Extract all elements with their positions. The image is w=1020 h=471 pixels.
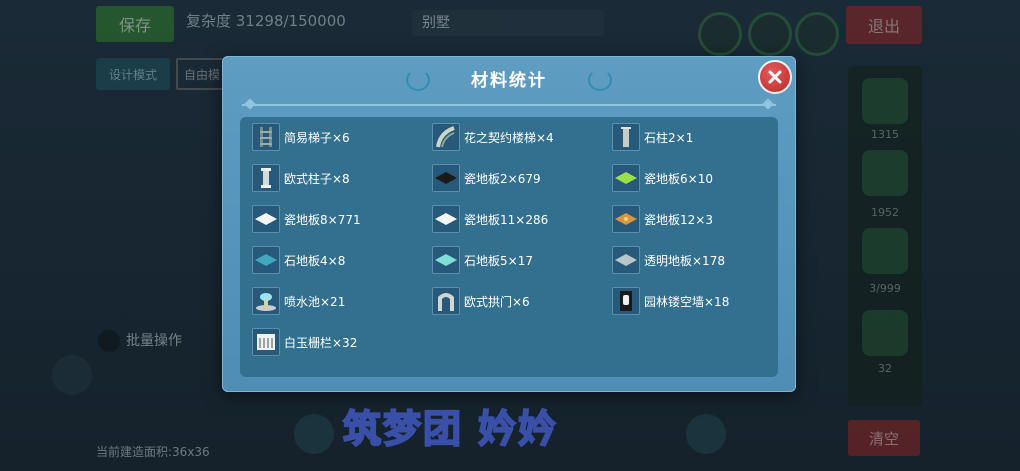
item-sidebar: 1315 1952 3/999 32 <box>848 66 922 406</box>
white-tile-icon <box>432 205 460 233</box>
eraser-icon[interactable] <box>294 414 334 454</box>
material-item: 简易梯子×6 <box>252 123 350 151</box>
material-item: 欧式拱门×6 <box>432 287 530 315</box>
sidebar-item-icon[interactable] <box>862 78 908 124</box>
material-item: 瓷地板8×771 <box>252 205 361 233</box>
material-label: 简易梯子×6 <box>284 130 350 145</box>
material-item: 白玉栅栏×32 <box>252 328 357 356</box>
build-area-label: 当前建造面积:36x36 <box>96 445 210 459</box>
batch-label: 批量操作 <box>126 333 182 349</box>
european-arch-icon <box>432 287 460 315</box>
green-tile-icon <box>612 164 640 192</box>
material-label: 花之契约楼梯×4 <box>464 130 554 145</box>
material-item: 园林镂空墙×18 <box>612 287 729 315</box>
dialog-title: 材料统计 <box>471 70 547 91</box>
clear-button[interactable]: 清空 <box>848 420 920 456</box>
material-label: 白玉栅栏×32 <box>284 335 358 350</box>
blue-stone-tile-icon <box>252 246 280 274</box>
material-label: 瓷地板8×771 <box>284 212 361 227</box>
material-item: 喷水池×21 <box>252 287 345 315</box>
close-button[interactable] <box>758 60 792 94</box>
sidebar-count: 1315 <box>871 128 899 141</box>
free-mode-select[interactable]: 自由模 <box>176 58 228 90</box>
european-column-icon <box>252 164 280 192</box>
watermark-text: 筑梦团 妗妗 <box>342 406 559 452</box>
white-tile-icon <box>252 205 280 233</box>
material-item: 石地板4×8 <box>252 246 345 274</box>
batch-operation-toggle[interactable]: 批量操作 <box>98 330 182 352</box>
material-stats-dialog: 材料统计 简易梯子×6 花之契约楼梯×4 石柱2×1 欧式柱子×8 瓷地板2×679 瓷地… <box>222 56 796 392</box>
search-input[interactable]: 别墅 <box>412 10 604 36</box>
material-label: 欧式柱子×8 <box>284 171 350 186</box>
material-label: 喷水池×21 <box>284 294 346 309</box>
exit-button[interactable]: 退出 <box>846 6 922 44</box>
material-item: 石地板5×17 <box>432 246 533 274</box>
water-drop-icon[interactable] <box>795 12 839 56</box>
sidebar-count: 1952 <box>871 206 899 219</box>
joystick[interactable] <box>52 355 92 395</box>
heart-icon[interactable] <box>698 12 742 56</box>
patterned-tile-icon <box>612 205 640 233</box>
material-label: 透明地板×178 <box>644 253 725 268</box>
cyan-stone-tile-icon <box>432 246 460 274</box>
material-item: 透明地板×178 <box>612 246 725 274</box>
spiral-stairs-icon <box>432 123 460 151</box>
material-label: 石地板4×8 <box>284 253 346 268</box>
fountain-icon <box>252 287 280 315</box>
paint-icon[interactable] <box>748 12 792 56</box>
glass-floor-icon <box>612 246 640 274</box>
materials-list: 简易梯子×6 花之契约楼梯×4 石柱2×1 欧式柱子×8 瓷地板2×679 瓷地板6×10… <box>240 117 778 377</box>
material-label: 欧式拱门×6 <box>464 294 530 309</box>
material-item: 花之契约楼梯×4 <box>432 123 554 151</box>
material-label: 瓷地板12×3 <box>644 212 713 227</box>
sidebar-item-icon[interactable] <box>862 310 908 356</box>
material-label: 瓷地板11×286 <box>464 212 549 227</box>
ornament-icon <box>588 69 612 91</box>
material-item: 瓷地板12×3 <box>612 205 713 233</box>
black-tile-icon <box>432 164 460 192</box>
material-item: 瓷地板2×679 <box>432 164 541 192</box>
more-icon[interactable] <box>686 414 726 454</box>
divider <box>242 104 776 106</box>
sidebar-item-icon[interactable] <box>862 150 908 196</box>
ladder-icon <box>252 123 280 151</box>
save-button[interactable]: 保存 <box>96 6 174 42</box>
material-item: 瓷地板6×10 <box>612 164 713 192</box>
sidebar-count: 32 <box>878 362 892 375</box>
toggle-dot-icon <box>98 330 120 352</box>
white-jade-fence-icon <box>252 328 280 356</box>
material-label: 瓷地板2×679 <box>464 171 541 186</box>
material-item: 瓷地板11×286 <box>432 205 548 233</box>
design-mode-button[interactable]: 设计模式 <box>96 58 170 90</box>
material-label: 瓷地板6×10 <box>644 171 713 186</box>
stone-pillar-icon <box>612 123 640 151</box>
material-item: 石柱2×1 <box>612 123 693 151</box>
complexity-counter: 复杂度 31298/150000 <box>186 12 346 30</box>
sidebar-count: 3/999 <box>869 282 901 295</box>
material-label: 石柱2×1 <box>644 130 694 145</box>
close-icon <box>768 70 782 84</box>
material-label: 石地板5×17 <box>464 253 533 268</box>
sidebar-item-icon[interactable] <box>862 228 908 274</box>
garden-wall-icon <box>612 287 640 315</box>
material-item: 欧式柱子×8 <box>252 164 350 192</box>
material-label: 园林镂空墙×18 <box>644 294 730 309</box>
ornament-icon <box>406 69 430 91</box>
dialog-header: 材料统计 <box>402 65 616 91</box>
